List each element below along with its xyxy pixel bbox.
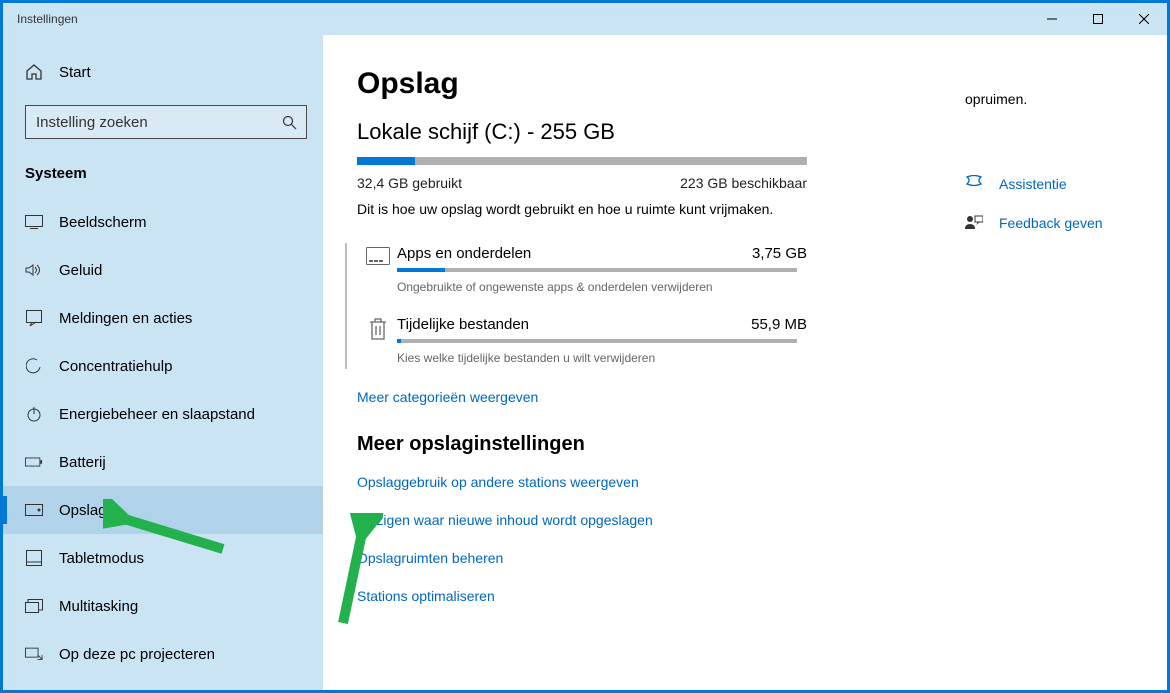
used-label: 32,4 GB gebruikt xyxy=(357,175,462,191)
category-bar xyxy=(397,339,797,343)
focus-icon xyxy=(25,357,43,375)
display-icon xyxy=(25,213,43,231)
page-title: Opslag xyxy=(357,67,867,101)
link-change-save-location[interactable]: Wijzigen waar nieuwe inhoud wordt opgesl… xyxy=(357,512,867,528)
category-name: Tijdelijke bestanden xyxy=(397,316,529,333)
main-content: Opslag Lokale schijf (C:) - 255 GB 32,4 … xyxy=(323,35,1167,690)
storage-icon xyxy=(25,501,43,519)
battery-icon xyxy=(25,453,43,471)
sidebar: Start Systeem Beeldscherm Geluid Melding… xyxy=(3,35,323,690)
description: Dit is hoe uw opslag wordt gebruikt en h… xyxy=(357,201,867,217)
category-hint: Ongebruikte of ongewenste apps & onderde… xyxy=(397,280,807,294)
nav-label: Energiebeheer en slaapstand xyxy=(59,406,255,423)
link-optimize-drives[interactable]: Stations optimaliseren xyxy=(357,588,867,604)
help-link[interactable]: Assistentie xyxy=(965,175,1167,193)
disk-usage-bar xyxy=(357,157,807,165)
disk-title: Lokale schijf (C:) - 255 GB xyxy=(357,119,867,145)
category-size: 55,9 MB xyxy=(751,316,807,333)
sidebar-item-batterij[interactable]: Batterij xyxy=(3,438,323,486)
notifications-icon xyxy=(25,309,43,327)
sidebar-item-geluid[interactable]: Geluid xyxy=(3,246,323,294)
home-button[interactable]: Start xyxy=(9,53,323,91)
category-hint: Kies welke tijdelijke bestanden u wilt v… xyxy=(397,351,807,365)
settings-links: Opslaggebruik op andere stations weergev… xyxy=(357,474,867,604)
tablet-icon xyxy=(25,549,43,567)
power-icon xyxy=(25,405,43,423)
nav-label: Opslag xyxy=(59,502,107,519)
category-bar xyxy=(397,268,797,272)
apps-icon xyxy=(359,245,397,294)
free-label: 223 GB beschikbaar xyxy=(680,175,807,191)
link-other-drives[interactable]: Opslaggebruik op andere stations weergev… xyxy=(357,474,867,490)
disk-usage-labels: 32,4 GB gebruikt 223 GB beschikbaar xyxy=(357,175,807,191)
sidebar-item-multitasking[interactable]: Multitasking xyxy=(3,582,323,630)
search-icon xyxy=(272,115,306,130)
nav-label: Geluid xyxy=(59,262,102,279)
category-temp[interactable]: Tijdelijke bestanden 55,9 MB Kies welke t… xyxy=(357,308,807,379)
nav-label: Op deze pc projecteren xyxy=(59,646,215,663)
nav-label: Multitasking xyxy=(59,598,138,615)
project-icon xyxy=(25,645,43,663)
nav-label: Meldingen en acties xyxy=(59,310,192,327)
nav-list: Beeldscherm Geluid Meldingen en acties C… xyxy=(3,198,323,678)
sidebar-item-tabletmodus[interactable]: Tabletmodus xyxy=(3,534,323,582)
maximize-button[interactable] xyxy=(1075,3,1121,35)
nav-label: Concentratiehulp xyxy=(59,358,172,375)
nav-label: Batterij xyxy=(59,454,106,471)
link-storage-spaces[interactable]: Opslagruimten beheren xyxy=(357,550,867,566)
trash-icon xyxy=(359,316,397,365)
sidebar-item-meldingen[interactable]: Meldingen en acties xyxy=(3,294,323,342)
right-sidebar: opruimen. Assistentie Feedback geven xyxy=(867,67,1167,690)
minimize-button[interactable] xyxy=(1029,3,1075,35)
search-box[interactable] xyxy=(25,105,307,139)
window-title: Instellingen xyxy=(17,12,78,26)
category-size: 3,75 GB xyxy=(752,245,807,262)
sidebar-item-concentratie[interactable]: Concentratiehulp xyxy=(3,342,323,390)
feedback-label: Feedback geven xyxy=(999,215,1103,231)
feedback-link[interactable]: Feedback geven xyxy=(965,215,1167,231)
multitasking-icon xyxy=(25,597,43,615)
window-controls xyxy=(1029,3,1167,35)
category-name: Apps en onderdelen xyxy=(397,245,531,262)
sound-icon xyxy=(25,261,43,279)
sidebar-item-opslag[interactable]: Opslag xyxy=(3,486,323,534)
help-label: Assistentie xyxy=(999,176,1067,192)
category-apps[interactable]: Apps en onderdelen 3,75 GB Ongebruikte of… xyxy=(357,237,807,308)
sidebar-item-projecteren[interactable]: Op deze pc projecteren xyxy=(3,630,323,678)
nav-label: Tabletmodus xyxy=(59,550,144,567)
sidebar-section-label: Systeem xyxy=(3,139,323,198)
sidebar-item-energie[interactable]: Energiebeheer en slaapstand xyxy=(3,390,323,438)
nav-label: Beeldscherm xyxy=(59,214,147,231)
home-icon xyxy=(25,63,43,81)
help-icon xyxy=(965,175,983,193)
section-more-settings: Meer opslaginstellingen xyxy=(357,433,867,456)
feedback-icon xyxy=(965,215,983,231)
opruimen-text: opruimen. xyxy=(965,91,1167,107)
titlebar: Instellingen xyxy=(3,3,1167,35)
more-categories-link[interactable]: Meer categorieën weergeven xyxy=(357,389,538,405)
search-input[interactable] xyxy=(26,106,272,139)
close-button[interactable] xyxy=(1121,3,1167,35)
home-label: Start xyxy=(59,64,91,81)
sidebar-item-beeldscherm[interactable]: Beeldscherm xyxy=(3,198,323,246)
